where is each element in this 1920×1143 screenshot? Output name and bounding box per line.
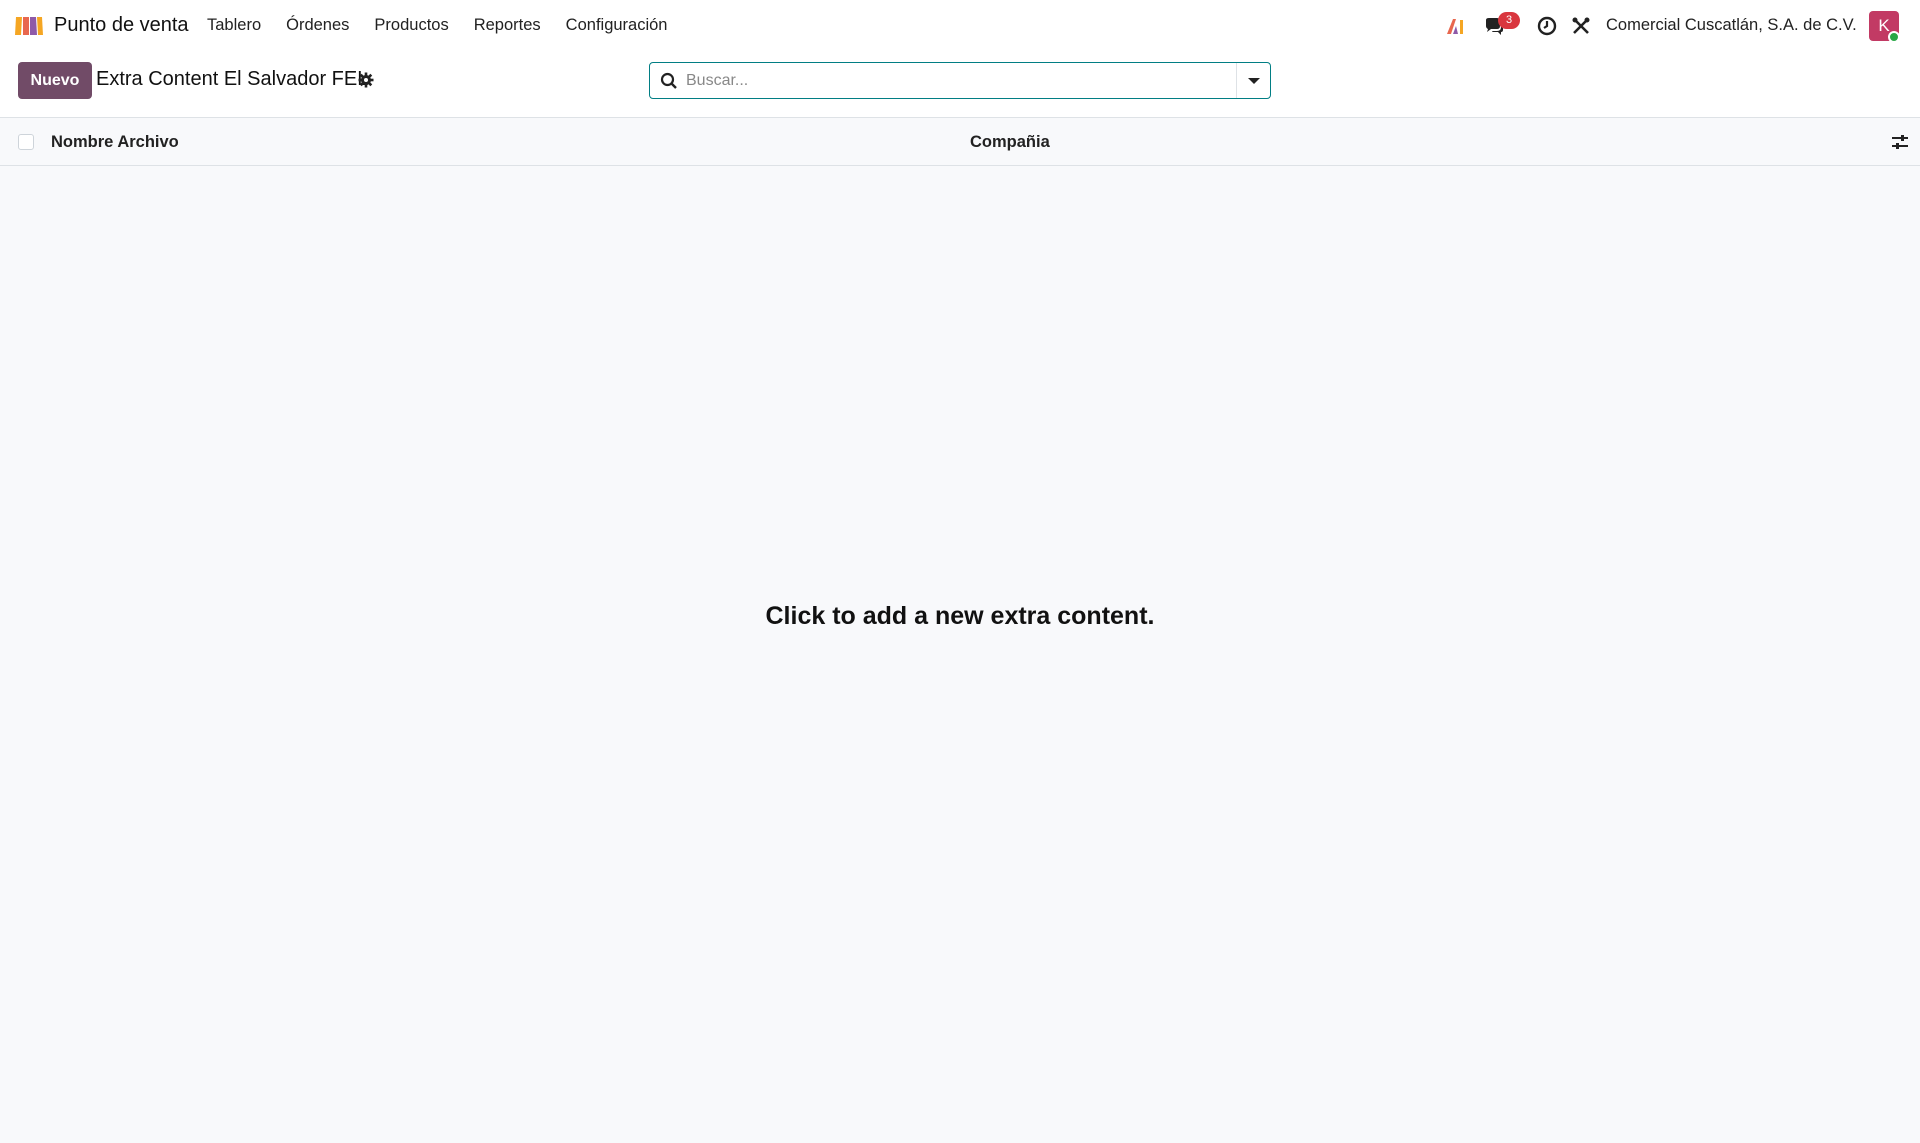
menu-item-tablero[interactable]: Tablero <box>207 16 261 35</box>
search-input[interactable] <box>686 67 1226 94</box>
menu-item-configuracion[interactable]: Configuración <box>566 16 668 35</box>
main-menu: Tablero Órdenes Productos Reportes Confi… <box>207 16 692 35</box>
company-switcher[interactable]: Comercial Cuscatlán, S.A. de C.V. <box>1606 16 1857 35</box>
list-header: Nombre Archivo Compañia <box>0 118 1920 166</box>
app-name[interactable]: Punto de venta <box>54 14 189 37</box>
empty-state-message: Click to add a new extra content. <box>765 602 1155 630</box>
sliders-icon[interactable] <box>1891 133 1909 151</box>
new-button[interactable]: Nuevo <box>18 62 92 99</box>
column-header-nombre-archivo[interactable]: Nombre Archivo <box>51 133 179 152</box>
top-navbar: Punto de venta Tablero Órdenes Productos… <box>0 0 1920 52</box>
clock-icon[interactable] <box>1537 16 1557 36</box>
tools-icon[interactable] <box>1571 16 1591 36</box>
app-logo-icon[interactable] <box>14 15 44 37</box>
search-icon <box>660 72 677 89</box>
search-bar <box>649 62 1271 99</box>
menu-item-productos[interactable]: Productos <box>374 16 448 35</box>
ai-icon[interactable] <box>1445 16 1465 36</box>
caret-down-icon <box>1248 78 1260 84</box>
gear-icon[interactable] <box>358 72 374 88</box>
menu-item-reportes[interactable]: Reportes <box>474 16 541 35</box>
menu-item-ordenes[interactable]: Órdenes <box>286 16 349 35</box>
breadcrumb: Extra Content El Salvador FEL <box>96 68 369 90</box>
select-all-checkbox[interactable] <box>18 134 34 150</box>
control-panel: Nuevo Extra Content El Salvador FEL <box>0 52 1920 118</box>
messages-badge: 3 <box>1498 12 1520 29</box>
column-header-compania[interactable]: Compañia <box>970 133 1050 152</box>
presence-indicator <box>1888 31 1900 43</box>
search-options-toggle[interactable] <box>1236 63 1270 98</box>
